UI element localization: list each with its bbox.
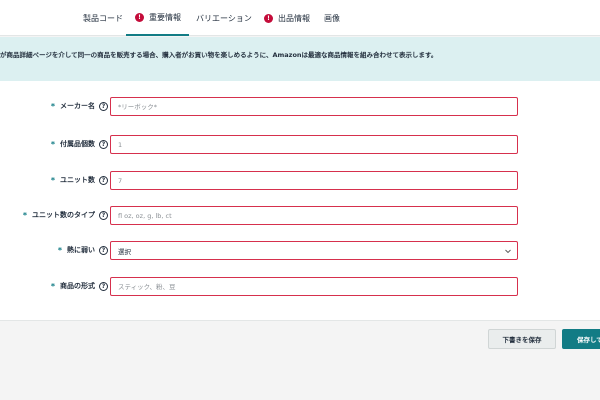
info-banner: が商品詳細ページを介して同一の商品を販売する場合、購入者がお買い物を楽しめるよう… [0, 37, 600, 81]
tab-bar: 製品コード ! 重要情報 バリエーション ! 出品情報 画像 [0, 0, 600, 36]
tab-label: 画像 [324, 13, 340, 23]
field-label: * メーカー名 ? [51, 101, 108, 111]
label-text: ユニット数 [60, 176, 95, 184]
help-icon[interactable]: ? [99, 175, 108, 185]
alert-icon: ! [264, 13, 273, 23]
manufacturer-input[interactable] [110, 97, 518, 116]
help-icon[interactable]: ? [99, 101, 108, 111]
save-button[interactable]: 保存して [562, 329, 600, 349]
field-label: * 付属品個数 ? [51, 139, 108, 149]
form-row-unit-count: * ユニット数 ? [0, 171, 600, 193]
form-row-item-count: * 付属品個数 ? [0, 135, 600, 157]
label-text: 付属品個数 [60, 140, 95, 148]
required-marker: * [50, 281, 55, 291]
required-marker: * [57, 245, 62, 255]
field-label: * 商品の形式 ? [51, 281, 108, 291]
form-row-item-form: * 商品の形式 ? [0, 277, 600, 299]
form-row-manufacturer: * メーカー名 ? [0, 97, 600, 119]
field-label: * ユニット数のタイプ ? [23, 210, 108, 220]
save-draft-button[interactable]: 下書きを保存 [488, 329, 556, 349]
tab-label: 重要情報 [149, 12, 181, 22]
required-marker: * [50, 101, 55, 111]
product-form: * メーカー名 ? * 付属品個数 ? * ユニット数 ? * [0, 81, 600, 321]
field-label: * ユニット数 ? [51, 175, 108, 185]
item-count-input[interactable] [110, 135, 518, 154]
required-marker: * [50, 175, 55, 185]
chevron-down-icon [505, 249, 511, 254]
unit-count-input[interactable] [110, 171, 518, 190]
label-text: 商品の形式 [60, 282, 95, 290]
help-icon[interactable]: ? [99, 210, 108, 220]
field-label: * 熱に弱い ? [58, 245, 108, 255]
form-row-heat-sensitive: * 熱に弱い ? 選択 [0, 241, 600, 263]
item-form-input[interactable] [110, 277, 518, 296]
tab-key-info[interactable]: ! 重要情報 [126, 0, 189, 36]
tab-product-code[interactable]: 製品コード [83, 0, 123, 36]
select-value: 選択 [118, 247, 131, 256]
form-row-unit-type: * ユニット数のタイプ ? [0, 206, 600, 228]
label-text: メーカー名 [60, 102, 95, 110]
tab-label: 出品情報 [278, 13, 310, 23]
tab-offer[interactable]: ! 出品情報 [264, 0, 310, 36]
required-marker: * [50, 139, 55, 149]
heat-sensitive-select[interactable]: 選択 [110, 241, 518, 260]
tab-images[interactable]: 画像 [324, 0, 340, 36]
unit-type-input[interactable] [110, 206, 518, 225]
tab-label: バリエーション [196, 13, 252, 23]
tab-variations[interactable]: バリエーション [196, 0, 252, 36]
help-icon[interactable]: ? [99, 245, 108, 255]
tab-label: 製品コード [83, 13, 123, 23]
help-icon[interactable]: ? [99, 281, 108, 291]
alert-icon: ! [135, 12, 144, 22]
page: 製品コード ! 重要情報 バリエーション ! 出品情報 画像 が商品詳細ページを… [0, 0, 600, 400]
required-marker: * [22, 210, 27, 220]
banner-text: が商品詳細ページを介して同一の商品を販売する場合、購入者がお買い物を楽しめるよう… [0, 51, 438, 59]
label-text: 熱に弱い [67, 246, 95, 254]
label-text: ユニット数のタイプ [32, 211, 95, 219]
help-icon[interactable]: ? [99, 139, 108, 149]
